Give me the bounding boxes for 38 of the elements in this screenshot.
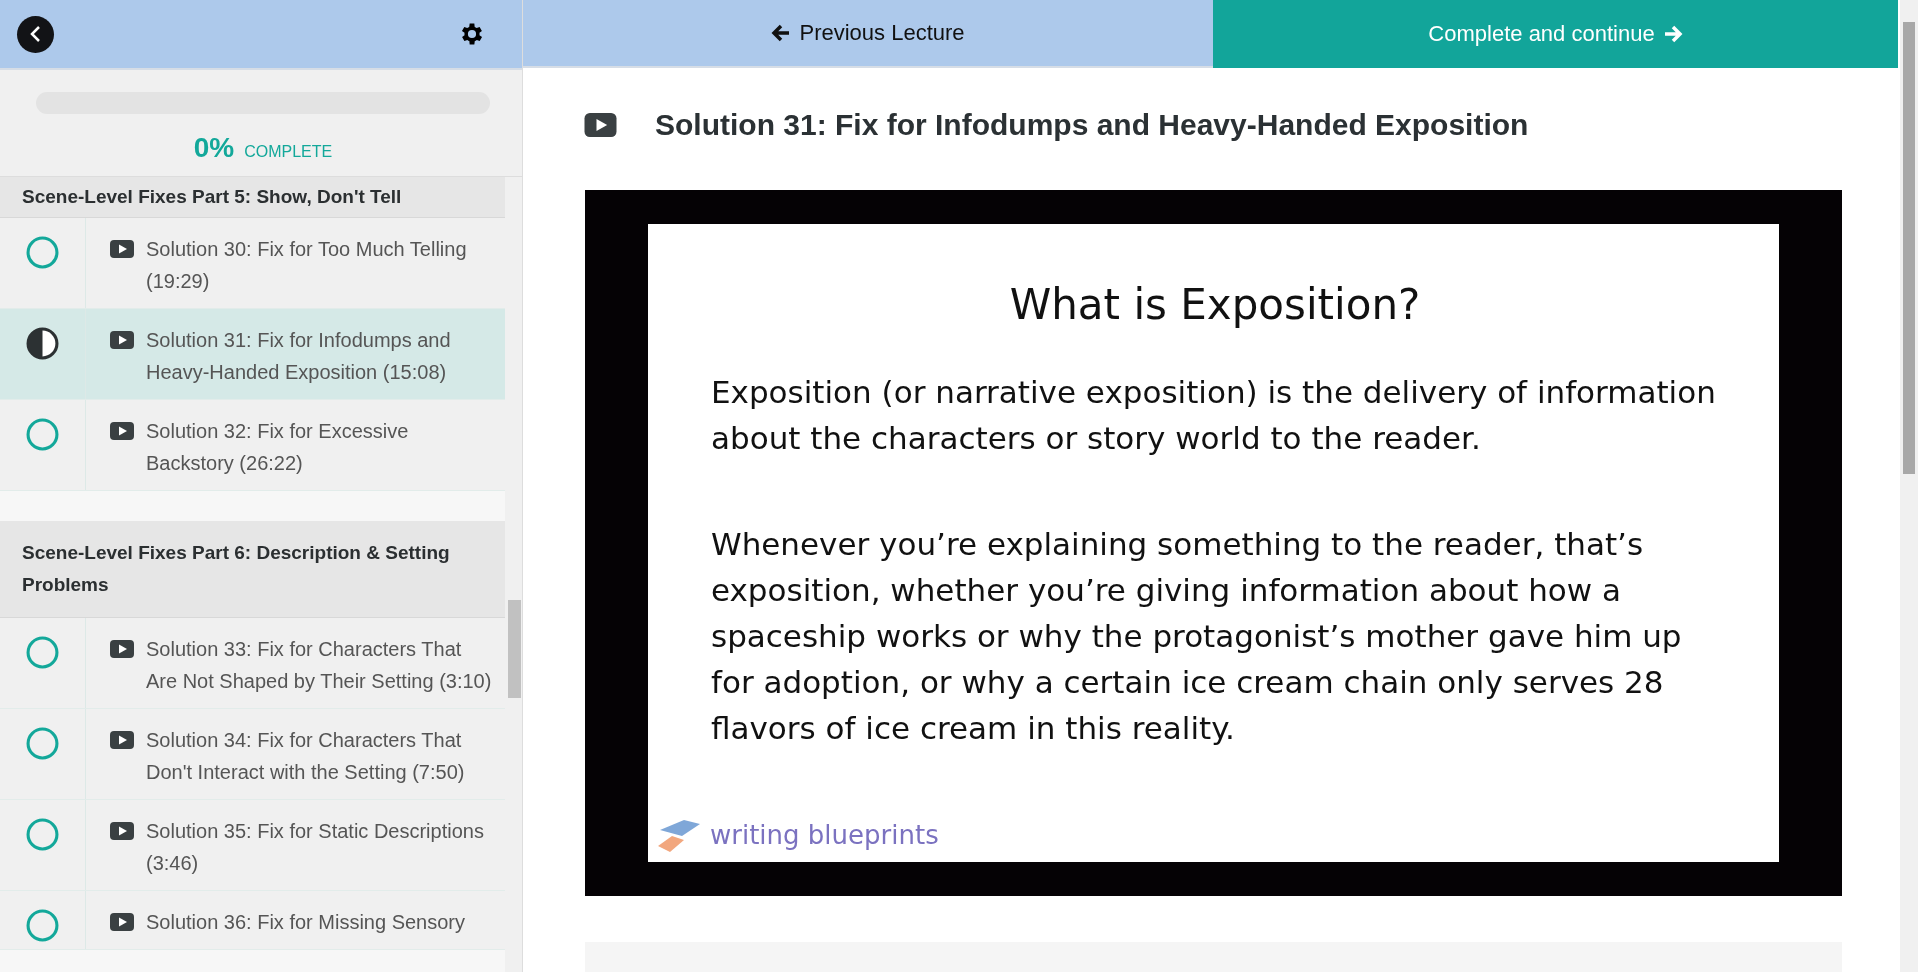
video-icon <box>110 822 134 840</box>
section-header: Scene-Level Fixes Part 5: Show, Don't Tell <box>0 177 505 218</box>
lecture-item[interactable]: Solution 35: Fix for Static Descriptions (3:46) <box>0 800 505 891</box>
video-icon <box>110 731 134 749</box>
video-player[interactable] <box>585 190 1842 897</box>
lecture-item[interactable]: Solution 32: Fix for Excessive Backstory (26:22) <box>0 400 505 491</box>
scrollbar-thumb[interactable] <box>508 600 521 698</box>
progress-percent: 0% <box>193 132 235 164</box>
lecture-title: Solution 36: Fix for Missing Sensory <box>146 910 467 935</box>
slide-paragraph: Whenever you’re explaining something to the reader, that’s exposition, whether you’re giving information about how a spaceship works or why the protagonist’s mother gave him up for adoption, or why a certain ice cream chain only serves 28 flavors of ice cream in this reality. <box>711 525 1683 748</box>
video-icon <box>110 240 134 258</box>
back-button[interactable] <box>17 15 54 53</box>
video-icon <box>110 640 134 658</box>
video-icon <box>584 113 617 137</box>
video-icon <box>110 913 134 931</box>
video-icon <box>110 331 134 349</box>
lecture-item[interactable]: Solution 30: Fix for Too Much Telling (19:29) <box>0 218 505 309</box>
lecture-title: Solution 32: Fix for Excessive Backstory (26:22) <box>146 419 410 476</box>
lecture-item[interactable]: Solution 33: Fix for Characters That Are Not Shaped by Their Setting (3:10) <box>0 618 505 709</box>
video-icon <box>110 422 134 440</box>
lecture-title: Solution 30: Fix for Too Much Telling (19:29) <box>146 237 468 294</box>
lecture-title: Solution 31: Fix for Infodumps and Heavy-Handed Exposition (15:08) <box>146 328 452 385</box>
arrow-left-icon <box>771 23 792 43</box>
slide-paragraph: Exposition (or narrative exposition) is the delivery of information about the characters or story world to the reader. <box>711 373 1717 458</box>
lecture-heading: Solution 31: Fix for Infodumps and Heavy-Handed Exposition <box>655 108 1529 142</box>
progress-label: COMPLETE <box>244 143 333 161</box>
lecture-title: Solution 33: Fix for Characters That Are Not Shaped by Their Setting (3:10) <box>146 637 493 694</box>
slide-brand: writing blueprints <box>710 820 939 851</box>
lecture-title: Solution 34: Fix for Characters That Don't Interact with the Setting (7:50) <box>146 728 466 785</box>
arrow-right-icon <box>1662 24 1683 44</box>
lecture-item[interactable]: Solution 34: Fix for Characters That Don't Interact with the Setting (7:50) <box>0 709 505 800</box>
slide-title: What is Exposition? <box>1008 280 1422 329</box>
lecture-title: Solution 35: Fix for Static Descriptions (3:46) <box>146 819 485 876</box>
lecture-item[interactable]: Solution 36: Fix for Missing Sensory <box>0 891 505 950</box>
previous-lecture-button[interactable]: Previous Lecture <box>523 0 1213 68</box>
lecture-item[interactable]: Solution 31: Fix for Infodumps and Heavy-Handed Exposition (15:08) <box>0 309 505 400</box>
scrollbar[interactable] <box>1900 0 1918 972</box>
section-header: Scene-Level Fixes Part 6: Description & Setting Problems <box>0 521 505 618</box>
